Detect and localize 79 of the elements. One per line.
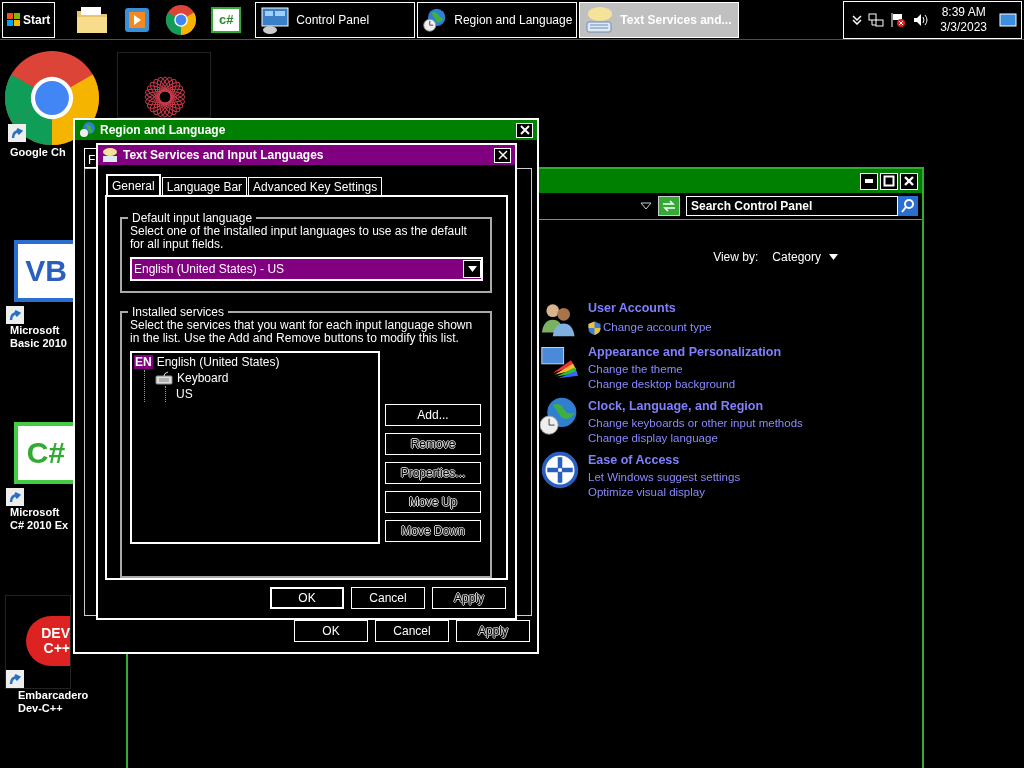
- clock-date: 3/3/2023: [940, 19, 987, 35]
- close-icon: [903, 175, 915, 187]
- icon-label: Basic 2010: [10, 337, 67, 350]
- caret-icon: [467, 266, 477, 272]
- category-link[interactable]: Clock, Language, and Region: [588, 396, 803, 416]
- task-link[interactable]: Change account type: [588, 320, 712, 335]
- minimize-button[interactable]: [860, 172, 878, 190]
- tab[interactable]: Language Bar: [161, 177, 248, 195]
- icon-label: Microsoft: [10, 506, 60, 519]
- tree-item[interactable]: English (United States): [156, 355, 280, 369]
- tab[interactable]: Advanced Key Settings: [248, 177, 383, 195]
- keyboard-icon: [102, 147, 118, 163]
- maximize-button[interactable]: [880, 172, 898, 190]
- task-link[interactable]: Optimize visual display: [588, 485, 741, 500]
- dialog-button[interactable]: OK: [270, 587, 344, 609]
- windows-logo-icon: [7, 12, 21, 27]
- task-link[interactable]: Change desktop background: [588, 377, 782, 392]
- globe-clock-icon: [79, 122, 95, 138]
- description-text: Select one of the installed input languages to use as the default for all input fields.: [130, 225, 468, 251]
- task-link[interactable]: Change keyboards or other input methods: [588, 416, 803, 431]
- dialog-button[interactable]: Add...: [385, 404, 481, 426]
- media-player-icon[interactable]: [123, 5, 152, 34]
- dialog-button[interactable]: Cancel: [351, 587, 425, 609]
- folder-icon[interactable]: [75, 4, 110, 35]
- window-title: Region and Language: [100, 123, 226, 137]
- tree-list[interactable]: EN English (United States) Keyboard US: [130, 351, 380, 544]
- dialog-button[interactable]: Cancel: [375, 620, 449, 642]
- category-link[interactable]: User Accounts: [588, 298, 712, 318]
- icon-label: C# 2010 Ex: [10, 519, 69, 532]
- icon-label: Microsoft: [10, 324, 60, 337]
- language-dropdown[interactable]: English (United States) - US: [130, 257, 483, 281]
- maximize-icon: [883, 175, 895, 187]
- task-link[interactable]: Change the theme: [588, 362, 782, 377]
- star-pattern-icon[interactable]: [117, 52, 211, 118]
- icon-label: Dev-C++: [18, 702, 63, 715]
- taskbar-button[interactable]: Control Panel: [255, 1, 416, 38]
- control-panel-icon: [260, 4, 291, 35]
- close-icon: [497, 150, 508, 160]
- task-link[interactable]: Let Windows suggest settings: [588, 470, 741, 485]
- flag-icon[interactable]: [890, 11, 907, 28]
- chrome-icon[interactable]: [4, 50, 100, 146]
- taskbar-button[interactable]: Region and Language: [417, 1, 578, 38]
- csharp-icon[interactable]: c#: [211, 6, 242, 33]
- dev-cpp-icon[interactable]: DEV C++: [5, 595, 71, 689]
- icon-label: Embarcadero: [18, 689, 89, 702]
- tree-item[interactable]: Keyboard: [177, 371, 229, 385]
- start-button[interactable]: Start: [2, 1, 56, 38]
- close-button[interactable]: [494, 147, 511, 163]
- show-desktop-icon[interactable]: [999, 11, 1017, 28]
- search-field[interactable]: Search Control Panel: [686, 196, 898, 216]
- category-link[interactable]: Ease of Access: [588, 450, 741, 470]
- view-by-label: View by:: [713, 250, 759, 264]
- caret-icon: [829, 254, 838, 260]
- category-link[interactable]: Appearance and Personalization: [588, 342, 782, 362]
- chrome-icon[interactable]: [165, 3, 198, 36]
- icon-label: Google Ch: [10, 146, 66, 159]
- network-icon[interactable]: [868, 11, 885, 28]
- tab[interactable]: General: [106, 174, 161, 195]
- minimize-icon: [865, 179, 873, 183]
- clock-time: 8:39 AM: [941, 4, 986, 20]
- window-title: Text Services and Input Languages: [123, 148, 324, 162]
- close-button[interactable]: [516, 122, 533, 138]
- keyboard-icon: [155, 371, 173, 385]
- search-icon[interactable]: [898, 196, 918, 216]
- group-label: Installed services: [131, 305, 226, 319]
- accessibility-icon: [540, 450, 580, 490]
- dialog-button[interactable]: OK: [294, 620, 368, 642]
- close-icon: [519, 125, 530, 135]
- chevron-icon[interactable]: [852, 14, 863, 25]
- tree-item[interactable]: US: [176, 387, 193, 401]
- view-by-dropdown[interactable]: Category: [772, 250, 838, 264]
- group-label: Default input language: [131, 211, 254, 225]
- close-button[interactable]: [900, 172, 918, 190]
- description-text: Select the services that you want for each input language shown in the list. Use the Add and Remove buttons to modify this list.: [130, 319, 474, 345]
- task-link[interactable]: Change display language: [588, 431, 803, 446]
- dropdown-arrow-icon[interactable]: [640, 201, 652, 211]
- language-badge: EN: [134, 355, 153, 369]
- clock[interactable]: 8:39 AM 3/3/2023: [940, 4, 987, 35]
- keyboard-icon: [584, 4, 615, 35]
